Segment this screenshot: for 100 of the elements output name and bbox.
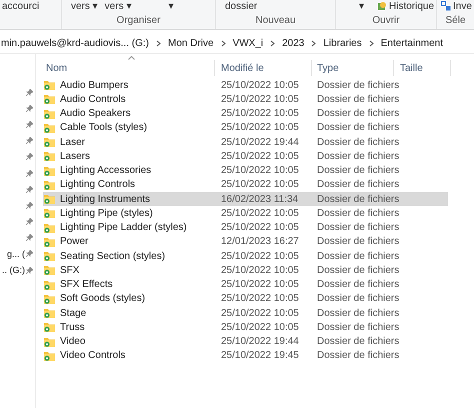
folder-icon [44, 80, 55, 90]
ribbon-button[interactable]: Inve [439, 0, 474, 13]
folder-icon [44, 322, 55, 332]
group-label: Séle [444, 15, 466, 26]
modified-date: 25/10/2022 10:05 [221, 179, 299, 190]
ribbon-button[interactable]: vers ▾ [69, 0, 100, 13]
breadcrumb-item[interactable]: min.pauwels@krd-audiovis... (G:) [1, 38, 149, 49]
select-icon [441, 1, 451, 11]
file-row[interactable]: Truss 25/10/2022 10:05 Dossier de fichiers [43, 320, 448, 334]
breadcrumb-item[interactable]: Libraries [323, 38, 362, 49]
file-row[interactable]: Cable Tools (styles) 25/10/2022 10:05 Dossier de fichiers [43, 120, 448, 135]
nav-item[interactable]: g... ( [6, 248, 25, 259]
nav-item[interactable]: .. (G:) [1, 265, 25, 276]
modified-date: 25/10/2022 10:05 [221, 108, 299, 120]
file-name: Audio Bumpers [60, 80, 128, 91]
file-type: Dossier de fichiers [317, 80, 400, 91]
file-name: Audio Speakers [60, 108, 131, 120]
chevron-icon [220, 40, 226, 47]
chevron-icon [156, 40, 161, 47]
chevron-icon [311, 40, 316, 47]
file-type: Dossier de fichiers [317, 222, 400, 234]
column-header[interactable]: Type [317, 62, 339, 74]
ribbon-button[interactable]: dossier [223, 0, 260, 13]
file-row[interactable]: Lighting Pipe Ladder (styles) 25/10/2022 10:05 Dossier de fichiers [43, 220, 448, 235]
group-label: Ouvrir [371, 15, 401, 26]
column-header[interactable]: Nom [46, 62, 68, 74]
file-row[interactable]: Laser 25/10/2022 19:44 Dossier de fichiers [43, 135, 448, 150]
file-type: Dossier de fichiers [317, 264, 400, 276]
ribbon-button[interactable]: ▾ [166, 0, 176, 13]
file-type: Dossier de fichiers [317, 108, 400, 120]
file-type: Dossier de fichiers [317, 179, 400, 190]
file-row[interactable]: Lighting Controls 25/10/2022 10:05 Dossier de fichiers [43, 178, 448, 192]
file-name: Truss [60, 322, 85, 333]
file-name: SFX Effects [60, 279, 113, 290]
folder-icon [44, 236, 55, 247]
ribbon-button[interactable]: accourci [0, 0, 42, 13]
column-header[interactable]: Taille [400, 62, 423, 74]
file-row[interactable]: Audio Controls 25/10/2022 10:05 Dossier de fichiers [43, 92, 448, 106]
file-name: SFX [60, 264, 80, 276]
file-type: Dossier de fichiers [317, 336, 400, 348]
file-row[interactable]: Lighting Instruments 16/02/2023 11:34 Dossier de fichiers [43, 192, 448, 206]
file-type: Dossier de fichiers [317, 165, 400, 176]
file-row[interactable]: Audio Speakers 25/10/2022 10:05 Dossier de fichiers [43, 106, 448, 121]
file-row[interactable]: Lasers 25/10/2022 10:05 Dossier de fichiers [43, 149, 448, 164]
file-row[interactable]: Lighting Pipe (styles) 25/10/2022 10:05 Dossier de fichiers [43, 206, 448, 220]
file-name: Soft Goods (styles) [60, 293, 146, 304]
chevron-icon [368, 40, 374, 47]
file-row[interactable]: Audio Bumpers 25/10/2022 10:05 Dossier de fichiers [43, 78, 448, 92]
folder-icon [44, 151, 55, 162]
file-type: Dossier de fichiers [317, 322, 400, 333]
file-name: Audio Controls [60, 94, 126, 105]
file-type: Dossier de fichiers [317, 94, 400, 105]
ribbon-button[interactable]: ▾ [357, 0, 366, 13]
breadcrumb-item[interactable]: 2023 [282, 38, 304, 49]
file-row[interactable]: Lighting Accessories 25/10/2022 10:05 Dossier de fichiers [43, 164, 448, 178]
breadcrumb-item[interactable]: Entertainment [380, 38, 443, 49]
modified-date: 25/10/2022 10:05 [221, 293, 299, 304]
folder-icon [44, 280, 55, 290]
ribbon-button[interactable]: Historique [375, 0, 436, 13]
column-header[interactable]: Modifié le [221, 62, 264, 74]
modified-date: 25/10/2022 10:05 [221, 222, 299, 234]
file-name: Lighting Accessories [60, 165, 152, 176]
file-name: Video Controls [60, 350, 126, 362]
file-name: Lighting Controls [60, 179, 136, 190]
file-type: Dossier de fichiers [317, 350, 400, 362]
folder-icon [44, 350, 55, 361]
file-row[interactable]: Video Controls 25/10/2022 19:45 Dossier de fichiers [43, 348, 448, 363]
modified-date: 12/01/2023 16:27 [221, 236, 299, 248]
file-type: Dossier de fichiers [317, 236, 400, 248]
chevron-icon [270, 40, 276, 47]
modified-date: 25/10/2022 19:45 [221, 350, 299, 362]
file-type: Dossier de fichiers [317, 150, 400, 162]
file-row[interactable]: Video 25/10/2022 19:44 Dossier de fichiers [43, 334, 448, 349]
file-name: Lighting Pipe Ladder (styles) [60, 222, 187, 234]
file-type: Dossier de fichiers [317, 250, 400, 262]
file-name: Seating Section (styles) [60, 250, 166, 262]
file-row[interactable]: SFX Effects 25/10/2022 10:05 Dossier de fichiers [43, 278, 448, 292]
file-name: Video [60, 336, 86, 348]
file-name: Laser [60, 136, 86, 148]
folder-icon [44, 94, 55, 104]
modified-date: 25/10/2022 10:05 [221, 308, 299, 319]
file-type: Dossier de fichiers [317, 208, 400, 219]
file-name: Lighting Pipe (styles) [60, 208, 153, 219]
file-type: Dossier de fichiers [317, 136, 400, 148]
file-name: Lighting Instruments [60, 194, 150, 205]
file-name: Cable Tools (styles) [60, 122, 148, 134]
modified-date: 25/10/2022 10:05 [221, 264, 299, 276]
modified-date: 25/10/2022 10:05 [221, 250, 299, 262]
modified-date: 16/02/2023 11:34 [221, 194, 298, 205]
file-row[interactable]: Stage 25/10/2022 10:05 Dossier de fichiers [43, 306, 448, 320]
breadcrumb-item[interactable]: Mon Drive [168, 38, 214, 49]
breadcrumb-item[interactable]: VWX_i [232, 38, 264, 49]
modified-date: 25/10/2022 10:05 [221, 165, 299, 176]
group-label: Nouveau [254, 15, 297, 26]
file-row[interactable]: Soft Goods (styles) 25/10/2022 10:05 Dossier de fichiers [43, 292, 448, 306]
file-row[interactable]: SFX 25/10/2022 10:05 Dossier de fichiers [43, 263, 448, 278]
modified-date: 25/10/2022 10:05 [221, 80, 299, 91]
ribbon-button[interactable]: vers ▾ [102, 0, 134, 13]
file-row[interactable]: Seating Section (styles) 25/10/2022 10:05 Dossier de fichiers [43, 249, 448, 264]
file-row[interactable]: Power 12/01/2023 16:27 Dossier de fichiers [43, 234, 448, 249]
